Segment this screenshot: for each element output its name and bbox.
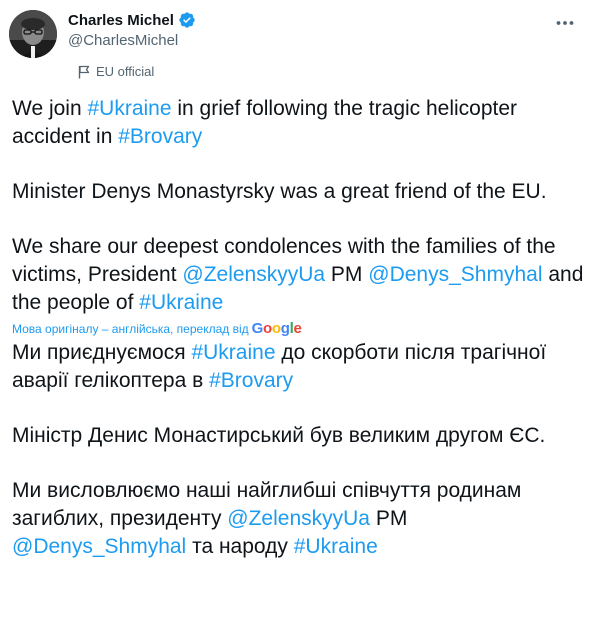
hashtag-link[interactable]: #Brovary: [209, 369, 293, 392]
hashtag-link[interactable]: #Ukraine: [87, 97, 171, 120]
mention-link[interactable]: @ZelenskyyUa: [182, 263, 325, 286]
more-horizontal-icon: [556, 21, 574, 25]
name-row: Charles Michel: [68, 10, 196, 30]
hashtag-link[interactable]: #Ukraine: [294, 535, 378, 558]
hashtag-link[interactable]: #Ukraine: [191, 341, 275, 364]
translation-note-text: Мова оригіналу – англійська, переклад ві…: [12, 321, 249, 336]
verified-badge-icon: [178, 11, 196, 29]
display-name[interactable]: Charles Michel: [68, 12, 174, 29]
more-options-button[interactable]: [548, 6, 582, 40]
affiliation-label[interactable]: EU official: [78, 64, 196, 79]
mention-link[interactable]: @Denys_Shmyhal: [368, 263, 542, 286]
translated-paragraph-2: Міністр Денис Монастирський був великим …: [12, 424, 546, 447]
text-segment: та народу: [186, 535, 294, 558]
hashtag-link[interactable]: #Ukraine: [139, 291, 223, 314]
avatar[interactable]: [9, 10, 57, 58]
text-segment: PM: [325, 263, 369, 286]
text-segment: PM: [369, 507, 408, 530]
tweet: Charles Michel @CharlesMichel EU officia…: [0, 0, 594, 631]
translation-note[interactable]: Мова оригіналу – англійська, переклад ві…: [12, 320, 586, 337]
translated-paragraph-1: Ми приєднуємося #Ukraine до скорботи піс…: [12, 339, 586, 395]
avatar-image: [9, 10, 57, 58]
text-segment: We join: [12, 97, 88, 120]
flag-icon: [78, 65, 90, 79]
original-paragraph-2: Minister Denys Monastyrsky was a great f…: [12, 180, 547, 203]
tweet-header: Charles Michel @CharlesMichel EU officia…: [68, 10, 196, 79]
hashtag-link[interactable]: #Brovary: [118, 125, 202, 148]
affiliation-text: EU official: [96, 64, 155, 79]
google-logo: Google: [251, 320, 302, 337]
text-segment: Ми приєднуємося: [12, 341, 192, 364]
user-handle[interactable]: @CharlesMichel: [68, 32, 196, 52]
original-paragraph-3: We share our deepest condolences with th…: [12, 233, 586, 317]
mention-link[interactable]: @ZelenskyyUa: [227, 507, 370, 530]
mention-link[interactable]: @Denys_Shmyhal: [12, 535, 186, 558]
original-paragraph-1: We join #Ukraine in grief following the …: [12, 95, 586, 151]
translated-paragraph-3: Ми висловлюємо наші найглибші співчуття …: [12, 477, 586, 561]
tweet-text: We join #Ukraine in grief following the …: [12, 95, 586, 561]
